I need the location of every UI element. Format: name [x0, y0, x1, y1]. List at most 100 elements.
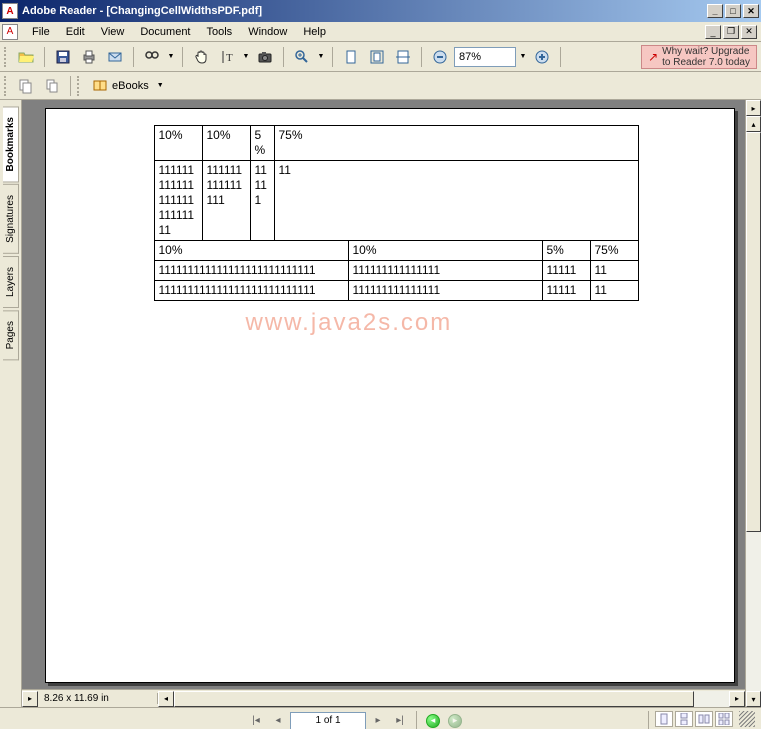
table-row: 10% 10% 5% 75%	[154, 126, 638, 161]
snapshot-button[interactable]	[253, 45, 277, 69]
hand-tool-button[interactable]	[189, 45, 213, 69]
promo-line1: Why wait? Upgrade	[662, 46, 750, 57]
scroll-right-button[interactable]: ▸	[729, 691, 745, 707]
zoom-dropdown[interactable]: ▼	[316, 53, 326, 60]
scroll-track[interactable]	[174, 691, 729, 707]
upgrade-promo[interactable]: ↗ Why wait? Upgrade to Reader 7.0 today	[641, 45, 757, 69]
select-dropdown[interactable]: ▼	[241, 53, 251, 60]
zoom-in-button[interactable]	[290, 45, 314, 69]
text-select-button[interactable]: T	[215, 45, 239, 69]
arrow-icon: ↗	[648, 50, 658, 64]
menu-tools[interactable]: Tools	[199, 24, 241, 40]
table-cell: 11	[274, 161, 638, 241]
scroll-up-button[interactable]: ▴	[746, 116, 761, 132]
scroll-thumb[interactable]	[746, 132, 761, 532]
ebooks-icon	[92, 78, 108, 94]
page-viewport[interactable]: www.java2s.com 10% 10% 5% 75% 1111111111…	[22, 100, 745, 689]
maximize-button[interactable]: □	[725, 4, 741, 18]
vertical-scrollbar[interactable]: ▸ ▴ ▾	[745, 100, 761, 707]
table-cell: 10%	[202, 126, 250, 161]
menu-view[interactable]: View	[93, 24, 133, 40]
search-dropdown[interactable]: ▼	[166, 53, 176, 60]
status-bar: |◂ ◂ 1 of 1 ▸ ▸| ◂ ▸	[0, 707, 761, 729]
ebooks-label: eBooks	[112, 80, 149, 92]
back-button[interactable]: ◂	[423, 712, 443, 729]
tab-signatures[interactable]: Signatures	[3, 184, 19, 254]
single-page-view-button[interactable]	[655, 711, 673, 727]
document-area: www.java2s.com 10% 10% 5% 75% 1111111111…	[22, 100, 745, 707]
table-cell: 111111111111111	[348, 281, 542, 301]
svg-text:T: T	[226, 52, 233, 64]
continuous-view-button[interactable]	[675, 711, 693, 727]
table-row: 10% 10% 5% 75%	[154, 241, 638, 261]
table-cell: 5%	[250, 126, 274, 161]
table-cell: 10%	[154, 126, 202, 161]
email-button[interactable]	[103, 45, 127, 69]
search-button[interactable]	[140, 45, 164, 69]
minimize-button[interactable]: _	[707, 4, 723, 18]
tab-layers[interactable]: Layers	[3, 256, 19, 308]
toolbar-grip[interactable]	[4, 47, 8, 67]
pdf-table: 10% 10% 5% 75% 1111111111111111111111111…	[154, 125, 639, 241]
fit-width-button[interactable]	[391, 45, 415, 69]
open-button[interactable]	[14, 45, 38, 69]
scroll-track[interactable]	[746, 132, 761, 691]
actual-size-button[interactable]	[339, 45, 363, 69]
table-cell: 11	[590, 281, 638, 301]
copy-button[interactable]	[40, 74, 64, 98]
first-page-button[interactable]: |◂	[246, 712, 266, 729]
table-cell: 111111111111111111111111111	[154, 281, 348, 301]
next-page-button[interactable]: ▸	[368, 712, 388, 729]
navigation-panel: Bookmarks Signatures Layers Pages	[0, 100, 22, 707]
table-row: 111111111111111111111111111 111111111111…	[154, 281, 638, 301]
title-bar: A Adobe Reader - [ChangingCellWidthsPDF.…	[0, 0, 761, 22]
zoom-level-dropdown[interactable]: ▼	[518, 53, 528, 60]
scroll-left-button[interactable]: ◂	[158, 691, 174, 707]
pdf-page: www.java2s.com 10% 10% 5% 75% 1111111111…	[45, 108, 735, 683]
table-cell: 75%	[590, 241, 638, 261]
page-number-display[interactable]: 1 of 1	[290, 712, 366, 729]
menu-document[interactable]: Document	[132, 24, 198, 40]
pdf-table: 10% 10% 5% 75% 1111111111111111111111111…	[154, 240, 639, 301]
table-cell: 75%	[274, 126, 638, 161]
zoom-in2-button[interactable]	[530, 45, 554, 69]
tab-bookmarks[interactable]: Bookmarks	[3, 106, 19, 182]
ebooks-button[interactable]: eBooks ▼	[87, 75, 169, 97]
mdi-minimize-button[interactable]: _	[705, 25, 721, 39]
zoom-input[interactable]	[454, 47, 516, 67]
menu-help[interactable]: Help	[295, 24, 334, 40]
continuous-facing-view-button[interactable]	[715, 711, 733, 727]
menu-file[interactable]: File	[24, 24, 58, 40]
zoom-out-button[interactable]	[428, 45, 452, 69]
last-page-button[interactable]: ▸|	[390, 712, 410, 729]
bottom-bar: ▸ 8.26 x 11.69 in ◂ ▸	[22, 689, 745, 707]
print-button[interactable]	[77, 45, 101, 69]
close-button[interactable]: ✕	[743, 4, 759, 18]
save-button[interactable]	[51, 45, 75, 69]
mdi-restore-button[interactable]: ❐	[723, 25, 739, 39]
scroll-thumb[interactable]	[174, 691, 694, 707]
main-area: Bookmarks Signatures Layers Pages www.ja…	[0, 100, 761, 707]
facing-view-button[interactable]	[695, 711, 713, 727]
toolbar-grip[interactable]	[77, 76, 81, 96]
toolbar-grip[interactable]	[4, 76, 8, 96]
review-button[interactable]	[14, 74, 38, 98]
tab-pages[interactable]: Pages	[3, 310, 19, 360]
forward-button[interactable]: ▸	[445, 712, 465, 729]
scroll-menu-button[interactable]: ▸	[746, 100, 761, 116]
promo-line2: to Reader 7.0 today	[662, 57, 750, 68]
prev-page-button[interactable]: ◂	[268, 712, 288, 729]
window-title: Adobe Reader - [ChangingCellWidthsPDF.pd…	[22, 5, 707, 17]
table-cell: 111111111111111	[202, 161, 250, 241]
scroll-down-button[interactable]: ▾	[746, 691, 761, 707]
table-row: 111111111111111111111111111 111111111111…	[154, 261, 638, 281]
mdi-close-button[interactable]: ✕	[741, 25, 757, 39]
menu-window[interactable]: Window	[240, 24, 295, 40]
menu-edit[interactable]: Edit	[58, 24, 93, 40]
resize-grip[interactable]	[739, 711, 755, 727]
horizontal-scrollbar[interactable]: ◂ ▸	[158, 691, 745, 707]
expand-nav-button[interactable]: ▸	[22, 691, 38, 707]
fit-page-button[interactable]	[365, 45, 389, 69]
toolbar-main: ▼ T ▼ ▼ ▼ ↗ Why wait? Upgrade to Reader …	[0, 42, 761, 72]
app-icon: A	[2, 3, 18, 19]
